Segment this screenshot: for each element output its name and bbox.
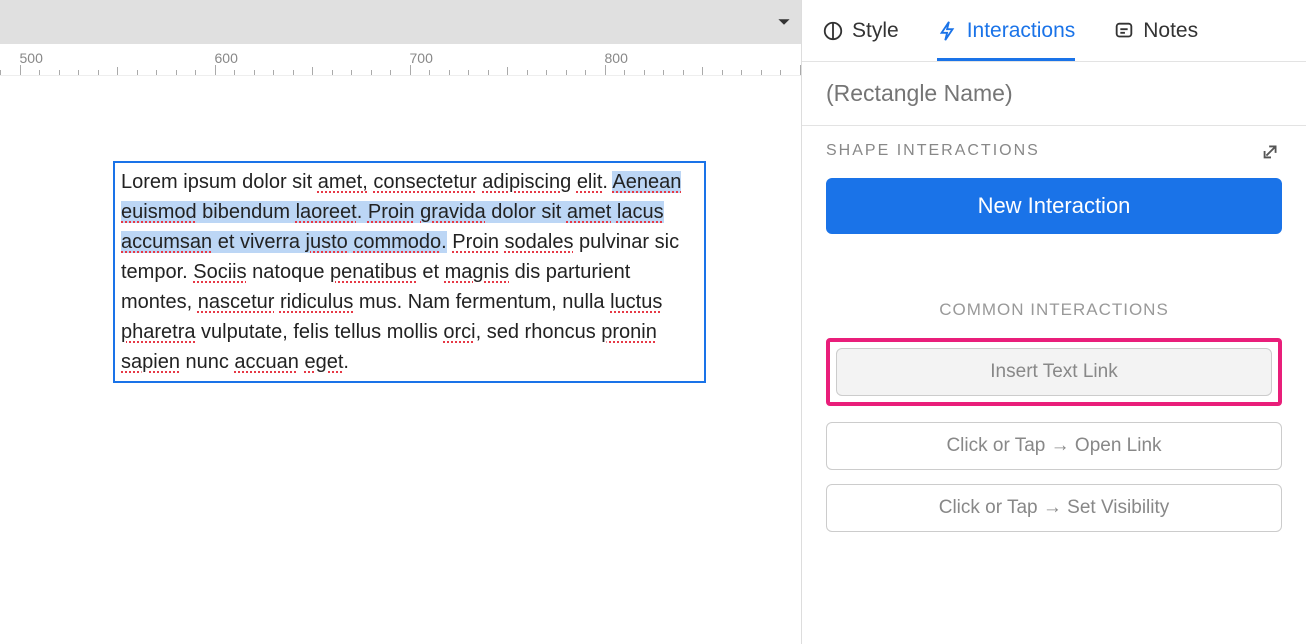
sidebar: Style Interactions Notes SHAPE INTERACTI…	[802, 0, 1306, 644]
tab-style[interactable]: Style	[822, 0, 899, 61]
shape-name-input[interactable]	[826, 80, 1282, 107]
ruler: 500600700800	[0, 44, 801, 76]
shape-interactions-section: SHAPE INTERACTIONS New Interaction	[802, 126, 1306, 248]
open-link-button[interactable]: Click or Tap → Open Link	[826, 422, 1282, 470]
insert-text-link-button[interactable]: Insert Text Link	[836, 348, 1272, 396]
canvas[interactable]: Lorem ipsum dolor sit amet, consectetur …	[0, 76, 801, 644]
tab-style-label: Style	[852, 19, 899, 43]
name-field	[802, 62, 1306, 126]
tabs: Style Interactions Notes	[802, 0, 1306, 62]
style-icon	[822, 20, 844, 42]
common-interactions-title: COMMON INTERACTIONS	[826, 300, 1282, 320]
lightning-icon	[937, 20, 959, 42]
insert-text-link-highlight: Insert Text Link	[826, 338, 1282, 406]
shape-interactions-title: SHAPE INTERACTIONS	[826, 142, 1040, 160]
set-visibility-button[interactable]: Click or Tap → Set Visibility	[826, 484, 1282, 532]
tab-notes-label: Notes	[1143, 19, 1198, 43]
text-rectangle[interactable]: Lorem ipsum dolor sit amet, consectetur …	[113, 161, 706, 383]
notes-icon	[1113, 20, 1135, 42]
popout-icon[interactable]	[1260, 140, 1282, 162]
toolbar-dropdown[interactable]	[777, 0, 791, 44]
new-interaction-button[interactable]: New Interaction	[826, 178, 1282, 234]
canvas-area: 500600700800 Lorem ipsum dolor sit amet,…	[0, 0, 802, 644]
tab-interactions-label: Interactions	[967, 19, 1076, 43]
top-toolbar	[0, 0, 801, 44]
chevron-down-icon	[777, 15, 791, 29]
common-interactions-section: COMMON INTERACTIONS Insert Text Link Cli…	[802, 300, 1306, 546]
tab-interactions[interactable]: Interactions	[937, 0, 1076, 61]
tab-notes[interactable]: Notes	[1113, 0, 1198, 61]
